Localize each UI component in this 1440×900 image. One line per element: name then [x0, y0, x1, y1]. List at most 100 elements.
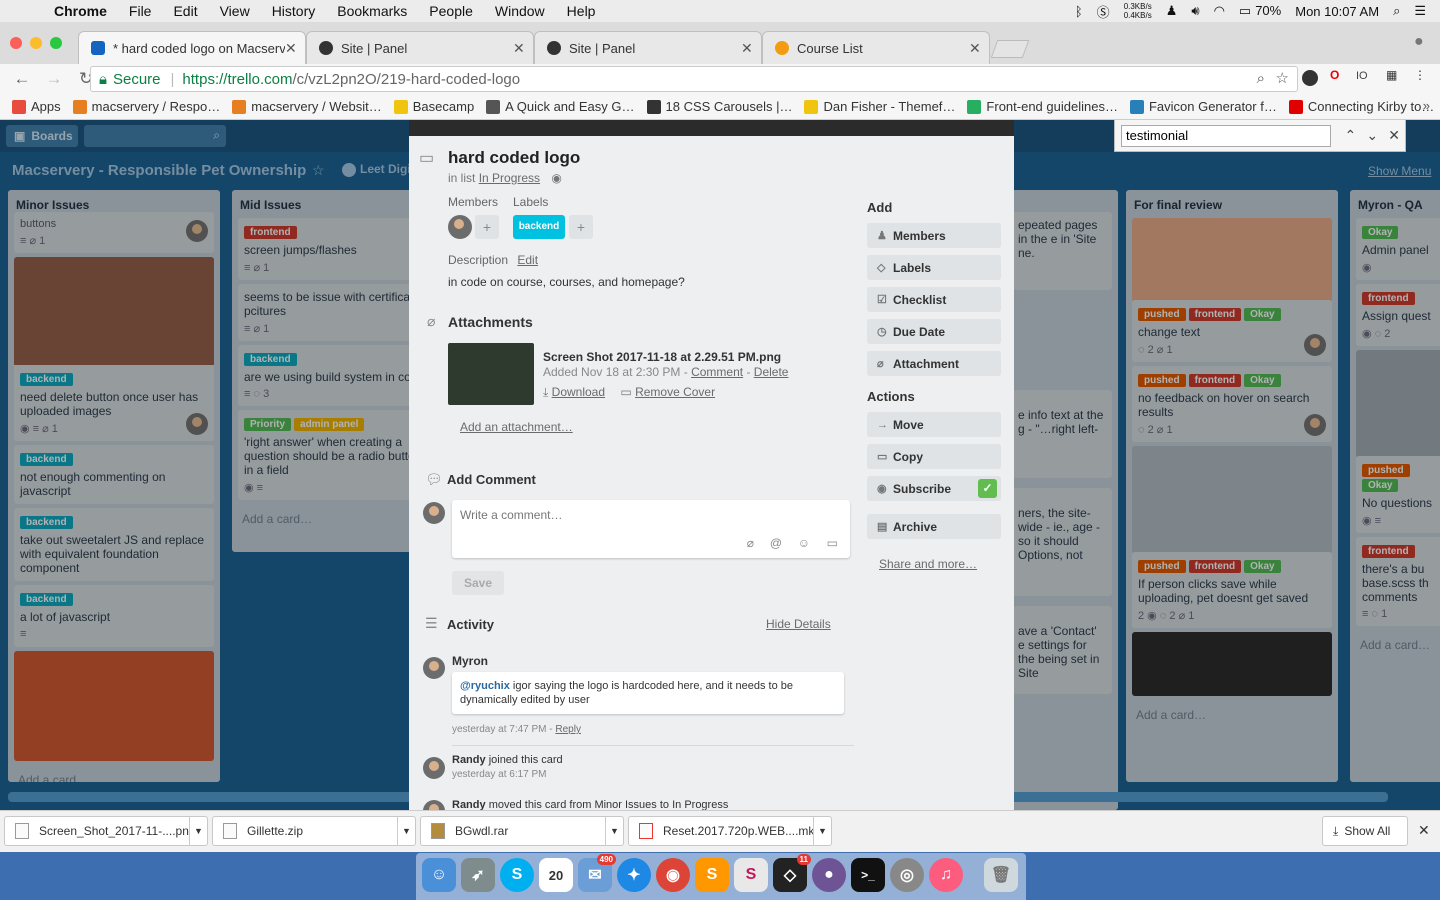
tab-close-icon[interactable]: ✕	[285, 40, 305, 57]
tab-close-icon[interactable]: ✕	[969, 40, 989, 57]
find-next-icon[interactable]: ⌄	[1361, 127, 1383, 144]
profile-icon[interactable]: ●	[1414, 33, 1424, 51]
archive-button[interactable]: ▤ Archive	[867, 514, 1001, 539]
menu-edit[interactable]: Edit	[173, 3, 197, 19]
tab-site-panel-2[interactable]: Site | Panel ✕	[534, 31, 762, 64]
find-close-icon[interactable]: ✕	[1383, 127, 1405, 144]
chrome-menu-icon[interactable]: ⋮	[1414, 68, 1426, 82]
due-date-button[interactable]: ◷ Due Date	[867, 319, 1001, 344]
skype-status-icon[interactable]: Ⓢ	[1097, 2, 1110, 21]
skype-icon[interactable]: S	[500, 858, 534, 892]
minimize-window-button[interactable]	[30, 37, 42, 49]
comment-textarea[interactable]: Write a comment… ⌀ @ ☺ ▭	[452, 500, 850, 558]
extension-icon[interactable]	[1302, 70, 1318, 86]
member-avatar[interactable]	[448, 215, 472, 239]
extension-grid-icon[interactable]: ▦	[1386, 68, 1397, 82]
attachment-thumbnail[interactable]	[448, 343, 534, 405]
sourcetree-icon[interactable]: ◇ 11	[773, 854, 811, 892]
spotlight-icon[interactable]: ⌕	[1393, 3, 1400, 19]
menu-history[interactable]: History	[272, 3, 316, 19]
new-tab-button[interactable]	[990, 40, 1030, 58]
mention-link[interactable]: @ryuchix	[460, 680, 510, 692]
safari-icon[interactable]: ✦	[617, 858, 651, 892]
mail-icon[interactable]: ✉ 490	[578, 854, 616, 892]
back-icon[interactable]: ←	[12, 69, 32, 89]
calendar-icon[interactable]: 20	[539, 858, 573, 892]
labels-button[interactable]: ◇ Labels	[867, 255, 1001, 280]
remove-cover-link[interactable]: Remove Cover	[635, 385, 715, 399]
subscribe-button[interactable]: ◉ Subscribe ✓	[867, 476, 1001, 501]
bookmark-apps[interactable]: Apps	[12, 99, 61, 114]
activity-user[interactable]: Randy	[452, 799, 486, 810]
notification-center-icon[interactable]: ☰	[1414, 3, 1426, 19]
finder-icon[interactable]: ☺	[422, 858, 456, 892]
description-text[interactable]: in code on course, courses, and homepage…	[448, 275, 685, 289]
bookmark-dan-fisher[interactable]: Dan Fisher - Themef…	[804, 99, 955, 114]
menu-file[interactable]: File	[129, 3, 152, 19]
chevron-down-icon[interactable]: ▼	[189, 816, 207, 846]
card-title[interactable]: hard coded logo	[448, 148, 580, 168]
members-button[interactable]: ♟ Members	[867, 223, 1001, 248]
menu-bookmarks[interactable]: Bookmarks	[337, 3, 407, 19]
bookmark-macservery-websit[interactable]: macservery / Websit…	[232, 99, 382, 114]
add-attachment-link[interactable]: Add an attachment…	[460, 420, 573, 434]
find-previous-icon[interactable]: ⌃	[1339, 127, 1361, 144]
emoji-icon[interactable]: ☺	[798, 536, 810, 550]
zoom-icon[interactable]: ⌕	[1257, 70, 1265, 87]
forward-icon[interactable]: →	[44, 69, 64, 89]
hide-details-link[interactable]: Hide Details	[766, 617, 831, 631]
menu-people[interactable]: People	[429, 3, 473, 19]
watch-icon[interactable]: ◉	[551, 171, 561, 185]
activity-avatar[interactable]	[423, 800, 445, 810]
tab-site-panel-1[interactable]: Site | Panel ✕	[306, 31, 534, 64]
mention-icon[interactable]: @	[770, 536, 782, 550]
activity-user[interactable]: Randy	[452, 754, 486, 766]
bookmarks-overflow-icon[interactable]: »	[1423, 98, 1430, 113]
tab-trello-card[interactable]: * hard coded logo on Macserv… ✕	[78, 31, 306, 64]
tab-close-icon[interactable]: ✕	[741, 40, 761, 57]
attachment-delete-link[interactable]: Delete	[754, 365, 789, 379]
bookmark-css-carousels[interactable]: 18 CSS Carousels |…	[646, 99, 792, 114]
bookmark-favicon-generator[interactable]: Favicon Generator f…	[1129, 99, 1277, 114]
menu-view[interactable]: View	[220, 3, 250, 19]
save-comment-button[interactable]: Save	[452, 571, 504, 595]
current-user-avatar[interactable]	[423, 502, 445, 524]
attachment-name[interactable]: Screen Shot 2017-11-18 at 2.29.51 PM.png	[543, 350, 781, 364]
chevron-down-icon[interactable]: ▼	[813, 816, 831, 846]
copy-button[interactable]: ▭ Copy	[867, 444, 1001, 469]
download-item[interactable]: BGwdl.rar ▼	[420, 816, 624, 846]
clock[interactable]: Mon 10:07 AM	[1295, 4, 1379, 19]
attachment-button[interactable]: ⌀ Attachment	[867, 351, 1001, 376]
bookmark-frontend-guidelines[interactable]: Front-end guidelines…	[967, 99, 1118, 114]
slack-icon[interactable]: S	[734, 858, 768, 892]
itunes-icon[interactable]: ♫	[929, 858, 963, 892]
download-item[interactable]: Gillette.zip ▼	[212, 816, 416, 846]
wifi-icon[interactable]: ◠	[1214, 3, 1225, 19]
chevron-down-icon[interactable]: ▼	[605, 816, 623, 846]
card-link-icon[interactable]: ▭	[827, 536, 838, 550]
show-all-button[interactable]: ⤓ Show All	[1322, 816, 1408, 846]
share-and-more-link[interactable]: Share and more…	[879, 557, 977, 571]
download-item[interactable]: Reset.2017.720p.WEB....mkv ▼	[628, 816, 832, 846]
trash-icon[interactable]: 🗑︎	[984, 858, 1018, 892]
bookmark-quick-easy[interactable]: A Quick and Easy G…	[486, 99, 635, 114]
label-chip[interactable]: backend	[513, 215, 565, 239]
sublime-icon[interactable]: S	[695, 858, 729, 892]
zoom-window-button[interactable]	[50, 37, 62, 49]
extension-io-icon[interactable]: IO	[1356, 70, 1368, 82]
chrome-icon[interactable]: ◉	[656, 858, 690, 892]
in-list-link[interactable]: In Progress	[479, 171, 540, 185]
launchpad-icon[interactable]: ➶	[461, 858, 495, 892]
activity-user[interactable]: Myron	[452, 654, 488, 668]
bluetooth-icon[interactable]: ᛒ	[1075, 4, 1083, 19]
close-downloads-icon[interactable]: ✕	[1418, 822, 1430, 839]
menu-help[interactable]: Help	[567, 3, 596, 19]
user-icon[interactable]: ♟	[1166, 3, 1178, 19]
volume-icon[interactable]: 🔊︎	[1191, 3, 1199, 19]
attachment-comment-link[interactable]: Comment	[691, 365, 743, 379]
github-icon[interactable]: ●	[812, 858, 846, 892]
bookmark-macservery-respo[interactable]: macservery / Respo…	[72, 99, 220, 114]
battery[interactable]: ▭ 70%	[1239, 3, 1281, 19]
checklist-button[interactable]: ☑ Checklist	[867, 287, 1001, 312]
chevron-down-icon[interactable]: ▼	[397, 816, 415, 846]
